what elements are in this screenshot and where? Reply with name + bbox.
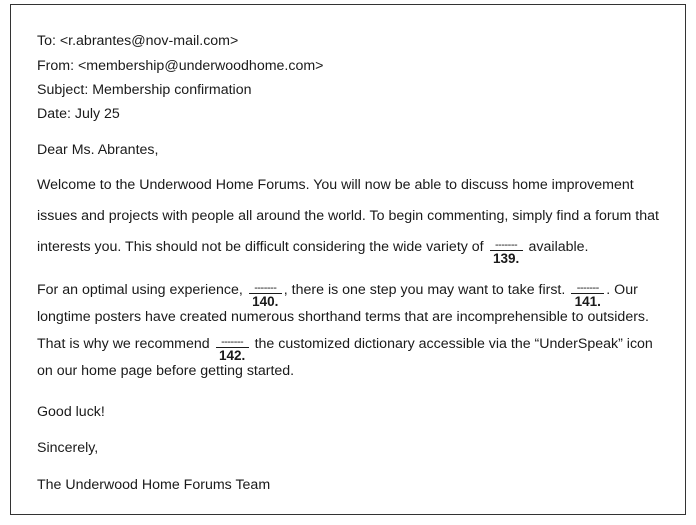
p1-line2: issues and projects with people all arou… [37,208,659,224]
closing-good-luck: Good luck! [37,404,105,420]
blank-139: ------- 139. [489,239,523,266]
greeting: Dear Ms. Abrantes, [37,142,159,158]
blank-141: ------- 141. [571,282,605,309]
blank-number: 141. [571,293,605,309]
p1-line3-text-b: available. [528,239,589,255]
closing-sincerely: Sincerely, [37,440,99,456]
subject-line: Subject: Membership confirmation [37,82,252,98]
p2-line2: longtime posters have created numerous s… [37,309,649,325]
p1-line3: interests you. This should not be diffic… [37,238,589,266]
p2-line1-text-a: For an optimal using experience, [37,282,243,298]
p2-line3-text-a: That is why we recommend [37,336,210,352]
p2-line3: That is why we recommend ------- 142. the… [37,335,653,363]
p1-line1: Welcome to the Underwood Home Forums. Yo… [37,177,634,193]
to-line: To: <r.abrantes@nov-mail.com> [37,33,239,49]
p2-line1-text-c: . Our [606,282,638,298]
p2-line4: on our home page before getting started. [37,363,295,379]
blank-number: 142. [215,347,249,363]
blank-number: 140. [248,293,282,309]
from-line: From: <membership@underwoodhome.com> [37,58,324,74]
p2-line1: For an optimal using experience, -------… [37,281,638,309]
p2-line1-text-b: , there is one step you may want to take… [283,282,566,298]
blank-140: ------- 140. [248,282,282,309]
p2-line3-text-b: the customized dictionary accessible via… [254,336,653,352]
date-line: Date: July 25 [37,106,120,122]
document-frame: To: <r.abrantes@nov-mail.com> From: <mem… [10,4,686,515]
blank-dash: ------- [495,239,518,251]
blank-number: 139. [489,250,523,266]
p1-line3-text-a: interests you. This should not be diffic… [37,239,484,255]
blank-142: ------- 142. [215,336,249,363]
blank-dash: ------- [576,282,600,294]
signature: The Underwood Home Forums Team [37,477,271,493]
blank-dash: ------- [254,282,277,294]
blank-dash: ------- [221,336,244,348]
